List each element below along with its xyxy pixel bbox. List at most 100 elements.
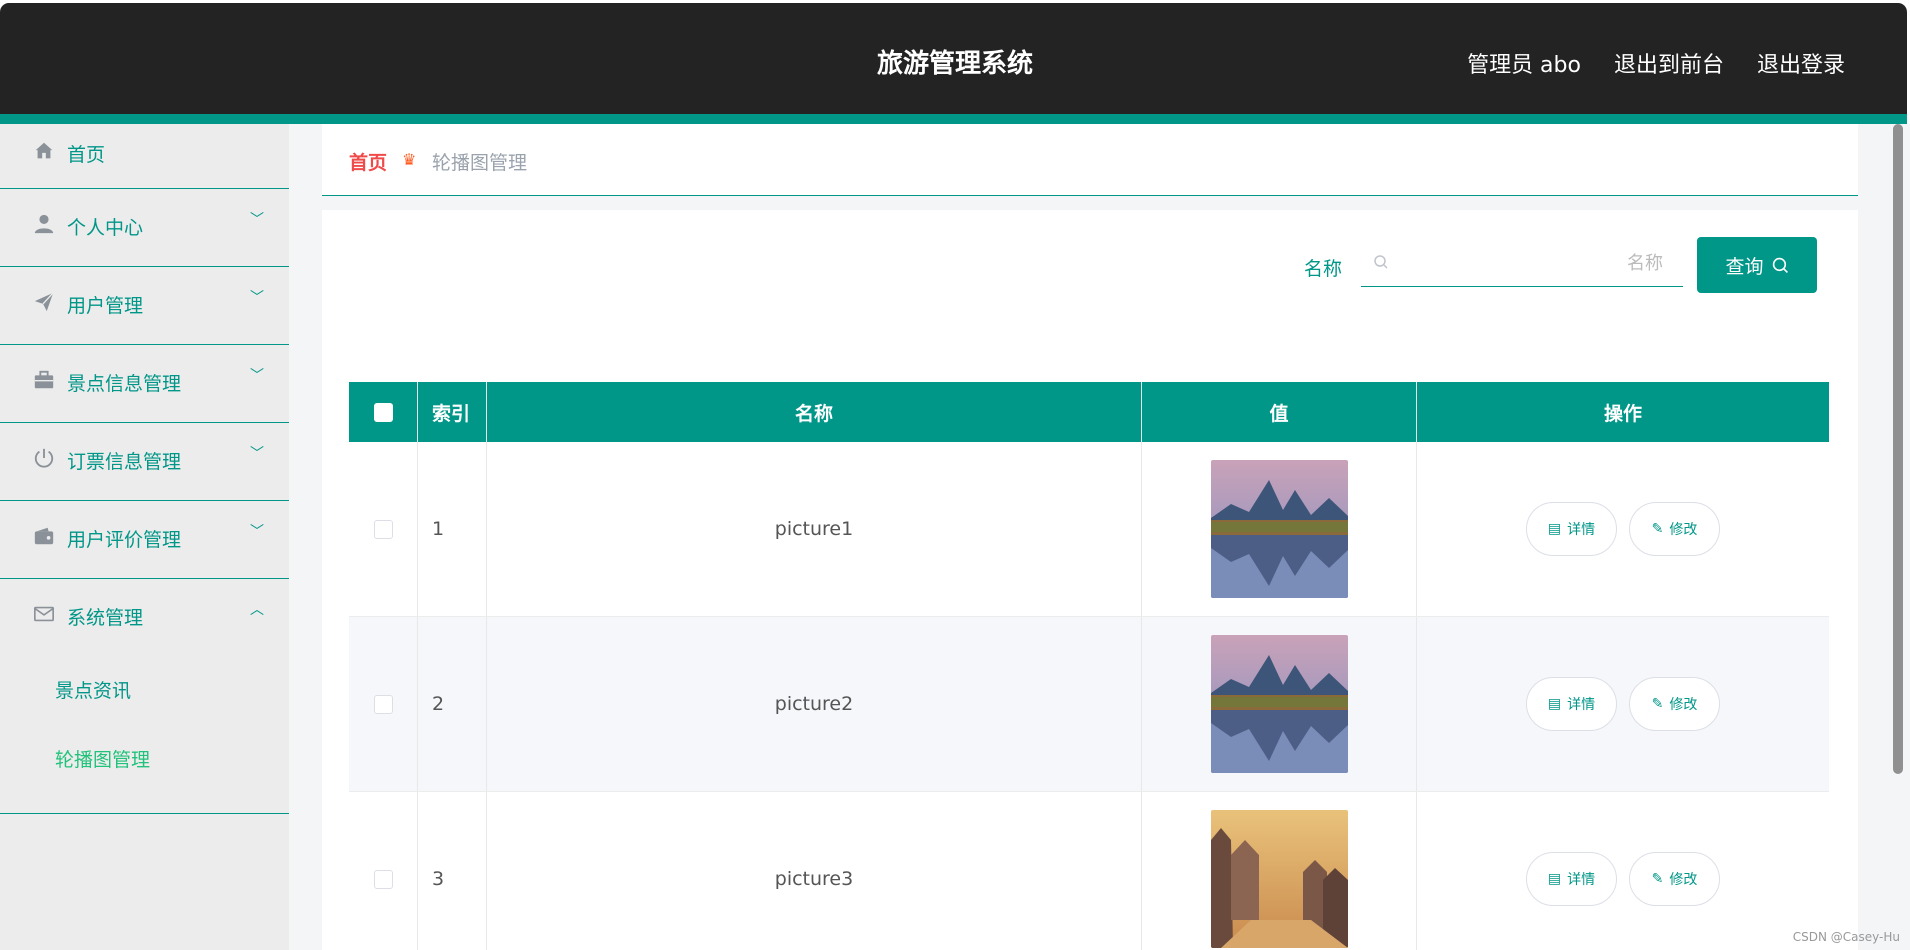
home-icon <box>35 142 53 159</box>
top-area: 旅游管理系统 管理员 abo 退出到前台 退出登录 <box>0 0 1910 124</box>
power-icon <box>34 448 54 468</box>
row-checkbox[interactable] <box>373 519 393 539</box>
column-header-index: 索引 <box>418 382 487 442</box>
document-icon: ▤ <box>1547 521 1562 537</box>
sidebar-item-home[interactable]: 首页 <box>0 124 289 189</box>
table-row: 2 picture2 ▤ 详情 ✎ 修改 <box>349 617 1829 792</box>
mountain-lake-thumbnail[interactable] <box>1210 460 1348 598</box>
document-icon: ▤ <box>1547 871 1562 887</box>
search-label: 名称 <box>1304 258 1343 280</box>
document-icon: ▤ <box>1547 696 1562 712</box>
sidebar-item-label: 系统管理 <box>67 607 144 629</box>
row-actions: ▤ 详情 ✎ 修改 <box>1417 617 1829 791</box>
breadcrumb: 首页 ♛ 轮播图管理 <box>322 124 1858 196</box>
chevron-down-icon: ﹀ <box>250 368 264 384</box>
mail-icon <box>34 606 54 622</box>
exit-to-front-link[interactable]: 退出到前台 <box>1614 47 1724 79</box>
submenu-item-carousel-management[interactable]: 轮播图管理 <box>0 734 289 803</box>
detail-button-label: 详情 <box>1567 697 1596 713</box>
edit-button-label: 修改 <box>1669 872 1698 888</box>
detail-button[interactable]: ▤ 详情 <box>1526 852 1617 906</box>
sidebar: 首页 个人中心 ﹀ 用户管理 ﹀ 景点信息管理 ﹀ 订票信息管理 ﹀ 用户评价管… <box>0 124 289 950</box>
sidebar-item-booking-management[interactable]: 订票信息管理 ﹀ <box>0 423 289 501</box>
select-all-checkbox[interactable] <box>373 402 393 422</box>
edit-button-label: 修改 <box>1669 697 1698 713</box>
edit-button[interactable]: ✎ 修改 <box>1629 677 1720 731</box>
column-header-actions: 操作 <box>1603 402 1642 425</box>
row-value-cell <box>1142 792 1417 950</box>
search-field <box>1361 240 1683 287</box>
header-accent-bar <box>0 114 1907 124</box>
mountain-lake-thumbnail[interactable] <box>1210 635 1348 773</box>
row-name: picture1 <box>487 442 1142 616</box>
chevron-up-icon: ︿ <box>250 602 264 618</box>
row-name: picture3 <box>487 792 1142 950</box>
detail-button[interactable]: ▤ 详情 <box>1526 502 1617 556</box>
edit-button[interactable]: ✎ 修改 <box>1629 502 1720 556</box>
breadcrumb-separator-icon: ♛ <box>402 150 417 169</box>
main-content: 名称 查询 索引 名称 值 操作 1 picture1 <box>322 210 1858 950</box>
chevron-down-icon: ﹀ <box>250 290 264 306</box>
edit-button[interactable]: ✎ 修改 <box>1629 852 1720 906</box>
row-index: 2 <box>418 617 487 791</box>
row-check-cell <box>349 792 418 950</box>
query-button[interactable]: 查询 <box>1697 237 1817 293</box>
canal-town-thumbnail[interactable] <box>1210 810 1348 948</box>
breadcrumb-home[interactable]: 首页 <box>349 148 387 175</box>
wallet-icon <box>34 527 54 545</box>
sidebar-item-label: 景点信息管理 <box>67 373 182 395</box>
sidebar-item-personal-center[interactable]: 个人中心 ﹀ <box>0 189 289 267</box>
row-actions: ▤ 详情 ✎ 修改 <box>1417 442 1829 616</box>
chevron-down-icon: ﹀ <box>250 524 264 540</box>
user-icon <box>34 214 54 234</box>
carousel-table: 索引 名称 值 操作 1 picture1 ▤ 详情 ✎ 修改 2 pictur… <box>349 382 1829 950</box>
edit-button-label: 修改 <box>1669 522 1698 538</box>
row-checkbox[interactable] <box>373 869 393 889</box>
column-header-name: 名称 <box>487 382 1142 442</box>
chevron-down-icon: ﹀ <box>250 446 264 462</box>
table-row: 3 picture3 ▤ 详情 ✎ 修改 <box>349 792 1829 950</box>
detail-button-label: 详情 <box>1567 872 1596 888</box>
admin-user-link[interactable]: 管理员 abo <box>1467 47 1581 79</box>
paper-plane-icon <box>34 292 54 312</box>
row-check-cell <box>349 617 418 791</box>
system-submenu: 景点资讯 轮播图管理 <box>0 657 289 814</box>
detail-button[interactable]: ▤ 详情 <box>1526 677 1617 731</box>
sidebar-item-label: 首页 <box>67 144 106 166</box>
sidebar-item-label: 个人中心 <box>67 217 144 239</box>
sidebar-item-label: 用户管理 <box>67 295 144 317</box>
sidebar-item-label: 订票信息管理 <box>67 451 182 473</box>
sidebar-item-attraction-management[interactable]: 景点信息管理 ﹀ <box>0 345 289 423</box>
column-header-value: 值 <box>1142 382 1417 442</box>
pencil-icon: ✎ <box>1651 871 1664 887</box>
row-value-cell <box>1142 442 1417 616</box>
briefcase-icon <box>34 370 54 389</box>
logout-link[interactable]: 退出登录 <box>1757 47 1845 79</box>
pencil-icon: ✎ <box>1651 521 1664 537</box>
breadcrumb-current: 轮播图管理 <box>432 152 528 174</box>
header: 旅游管理系统 管理员 abo 退出到前台 退出登录 <box>0 3 1907 114</box>
header-links: 管理员 abo 退出到前台 退出登录 <box>1467 47 1845 79</box>
row-name: picture2 <box>487 617 1142 791</box>
page: 旅游管理系统 管理员 abo 退出到前台 退出登录 首页 个人中心 ﹀ 用户管理… <box>0 0 1910 950</box>
sidebar-item-label: 用户评价管理 <box>67 529 182 551</box>
row-value-cell <box>1142 617 1417 791</box>
detail-button-label: 详情 <box>1567 522 1596 538</box>
select-all-cell <box>349 382 418 442</box>
row-actions: ▤ 详情 ✎ 修改 <box>1417 792 1829 950</box>
pencil-icon: ✎ <box>1651 696 1664 712</box>
scrollbar[interactable] <box>1893 124 1903 774</box>
search-icon <box>1772 257 1788 273</box>
submenu-item-attraction-news[interactable]: 景点资讯 <box>0 665 289 734</box>
query-button-label: 查询 <box>1725 255 1764 278</box>
row-checkbox[interactable] <box>373 694 393 714</box>
sidebar-item-user-management[interactable]: 用户管理 ﹀ <box>0 267 289 345</box>
sidebar-item-review-management[interactable]: 用户评价管理 ﹀ <box>0 501 289 579</box>
row-index: 3 <box>418 792 487 950</box>
table-row: 1 picture1 ▤ 详情 ✎ 修改 <box>349 442 1829 617</box>
chevron-down-icon: ﹀ <box>250 212 264 228</box>
search-input[interactable] <box>1361 240 1683 286</box>
sidebar-item-system-management[interactable]: 系统管理 ︿ <box>0 579 289 657</box>
watermark: CSDN @Casey-Hu <box>1792 930 1900 944</box>
table-header: 索引 名称 值 操作 <box>349 382 1829 442</box>
